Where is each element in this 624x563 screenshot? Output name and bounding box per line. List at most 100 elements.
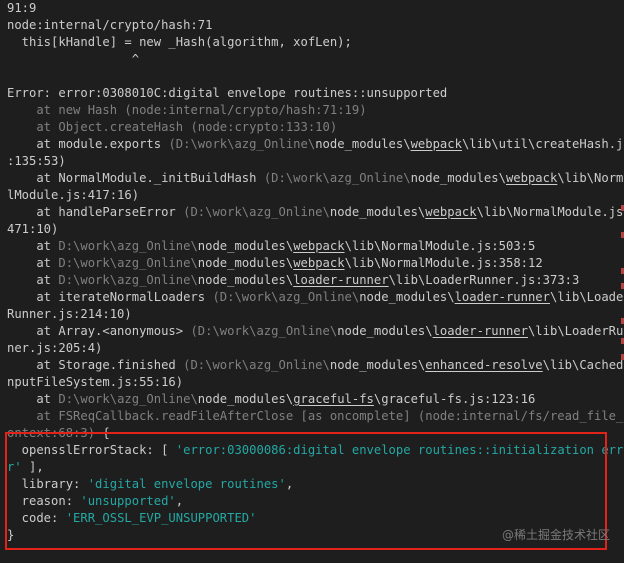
string-literal: 'error:03000086:digital envelope routine… — [175, 443, 624, 457]
text-segment: \lib\CachedI — [542, 358, 624, 372]
terminal-line: Runner.js:214:10) — [0, 306, 624, 323]
text-segment: node_modules\ — [197, 273, 294, 287]
text-segment: (D:\work\azg_Online\ — [190, 324, 338, 338]
text-segment: lModule.js:417:16) — [7, 188, 140, 202]
terminal-line: at Object.createHash (node:crypto:133:10… — [0, 119, 624, 136]
text-segment: (D:\work\azg_Online\ — [263, 171, 411, 185]
text-segment: ner.js:205:4) — [7, 341, 103, 355]
text-segment: node_modules\ — [359, 290, 455, 304]
terminal-lines: 91:9 node:internal/crypto/hash:71 this[kH… — [0, 0, 624, 544]
text-segment: node_modules\ — [197, 392, 294, 406]
text-segment: \lib\NormalModule.js: — [476, 205, 624, 219]
text-segment: at — [7, 239, 59, 253]
text-segment: (D:\work\azg_Online\ — [183, 205, 330, 219]
text-segment: at Storage.finished — [7, 358, 184, 372]
terminal-line: at iterateNormalLoaders (D:\work\azg_Onl… — [0, 289, 624, 306]
text-segment: ontext:68:3) — [7, 426, 96, 440]
terminal-line: at D:\work\azg_Online\node_modules\grace… — [0, 391, 624, 408]
terminal-line: Error: error:0308010C:digital envelope r… — [0, 85, 624, 102]
module-link[interactable]: webpack — [293, 256, 344, 270]
text-segment: at FSReqCallback.readFileAfterClose — [7, 409, 301, 423]
string-literal: 'ERR_OSSL_EVP_UNSUPPORTED' — [65, 511, 257, 525]
terminal-line: code: 'ERR_OSSL_EVP_UNSUPPORTED' — [0, 510, 624, 527]
terminal-line: at new Hash (node:internal/crypto/hash:7… — [0, 102, 624, 119]
terminal-line: at D:\work\azg_Online\node_modules\webpa… — [0, 255, 624, 272]
module-link[interactable]: webpack — [506, 171, 557, 185]
text-segment: node_modules\ — [410, 171, 506, 185]
terminal-output[interactable]: 91:9 node:internal/crypto/hash:71 this[kH… — [0, 0, 624, 563]
text-segment: 471:10) — [7, 222, 59, 236]
terminal-line: reason: 'unsupported', — [0, 493, 624, 510]
text-segment: at — [7, 392, 59, 406]
text-segment: \lib\LoaderRunner.js:373:3 — [388, 273, 580, 287]
text-segment: Runner.js:214:10) — [7, 307, 132, 321]
terminal-line: at FSReqCallback.readFileAfterClose [as … — [0, 408, 624, 425]
module-link[interactable]: webpack — [411, 137, 462, 151]
terminal-line: at Array.<anonymous> (D:\work\azg_Online… — [0, 323, 624, 340]
module-link[interactable]: webpack — [425, 205, 476, 219]
text-segment: , — [285, 477, 294, 491]
text-segment: \graceful-fs.js:123:16 — [373, 392, 536, 406]
text-segment: opensslErrorStack: [ — [7, 443, 176, 457]
string-literal: 'unsupported' — [80, 494, 176, 508]
string-literal: r' — [7, 460, 22, 474]
text-segment: D:\work\azg_Online\ — [58, 256, 198, 270]
text-segment: this[kHandle] = new _Hash(algorithm, xof… — [7, 35, 352, 49]
terminal-line: ontext:68:3) { — [0, 425, 624, 442]
terminal-line: ner.js:205:4) — [0, 340, 624, 357]
terminal-line: at D:\work\azg_Online\node_modules\loade… — [0, 272, 624, 289]
terminal-line: nputFileSystem.js:55:16) — [0, 374, 624, 391]
text-segment: \lib\LoaderRun — [527, 324, 624, 338]
terminal-line: :135:53) — [0, 153, 624, 170]
terminal-line: lModule.js:417:16) — [0, 187, 624, 204]
text-segment: at NormalModule._initBuildHash — [7, 171, 264, 185]
module-link[interactable]: graceful-fs — [293, 392, 374, 406]
text-segment: node_modules\ — [329, 205, 426, 219]
terminal-line: at D:\work\azg_Online\node_modules\webpa… — [0, 238, 624, 255]
terminal-line: at NormalModule._initBuildHash (D:\work\… — [0, 170, 624, 187]
text-segment: at module.exports — [7, 137, 169, 151]
text-segment: node_modules\ — [329, 358, 426, 372]
text-segment: (node:internal/crypto/hash:71:19) — [124, 103, 367, 117]
text-segment: { — [95, 426, 110, 440]
text-segment: ], — [21, 460, 44, 474]
text-segment: node_modules\ — [315, 137, 411, 151]
text-segment: D:\work\azg_Online\ — [58, 239, 198, 253]
module-link[interactable]: loader-runner — [433, 324, 528, 338]
text-segment: (D:\work\azg_Online\ — [183, 358, 330, 372]
text-segment: \lib\Loader — [549, 290, 624, 304]
text-segment: \lib\util\createHash.js — [461, 137, 624, 151]
text-segment: [as oncomplete] (node:internal/fs/read_f… — [300, 409, 624, 423]
text-segment: , — [175, 494, 184, 508]
text-segment: node_modules\ — [337, 324, 433, 338]
module-link[interactable]: loader-runner — [293, 273, 388, 287]
terminal-line: at handleParseError (D:\work\azg_Online\… — [0, 204, 624, 221]
text-segment: node_modules\ — [197, 239, 294, 253]
text-segment: nputFileSystem.js:55:16) — [7, 375, 184, 389]
text-segment: node:internal/crypto/hash:71 — [7, 18, 213, 32]
text-segment: D:\work\azg_Online\ — [58, 392, 198, 406]
terminal-line: ^ — [0, 51, 624, 68]
text-segment: at — [7, 273, 59, 287]
text-segment: at Array.<anonymous> — [7, 324, 191, 338]
text-segment: 91:9 — [7, 1, 37, 15]
text-segment: } — [7, 528, 15, 542]
module-link[interactable]: loader-runner — [455, 290, 550, 304]
terminal-line: opensslErrorStack: [ 'error:03000086:dig… — [0, 442, 624, 459]
module-link[interactable]: enhanced-resolve — [425, 358, 542, 372]
terminal-line: at Storage.finished (D:\work\azg_Online\… — [0, 357, 624, 374]
module-link[interactable]: webpack — [293, 239, 344, 253]
terminal-line: at module.exports (D:\work\azg_Online\no… — [0, 136, 624, 153]
terminal-line: r' ], — [0, 459, 624, 476]
text-segment: ^ — [7, 52, 140, 66]
watermark: @稀土掘金技术社区 — [501, 528, 610, 542]
text-segment: code: — [7, 511, 66, 525]
text-segment: (D:\work\azg_Online\ — [212, 290, 360, 304]
text-segment: at Object.createHash — [7, 120, 191, 134]
terminal-line: this[kHandle] = new _Hash(algorithm, xof… — [0, 34, 624, 51]
terminal-line: 91:9 — [0, 0, 624, 17]
text-segment: (D:\work\azg_Online\ — [168, 137, 316, 151]
text-segment: at new Hash — [7, 103, 125, 117]
text-segment: at — [7, 256, 59, 270]
